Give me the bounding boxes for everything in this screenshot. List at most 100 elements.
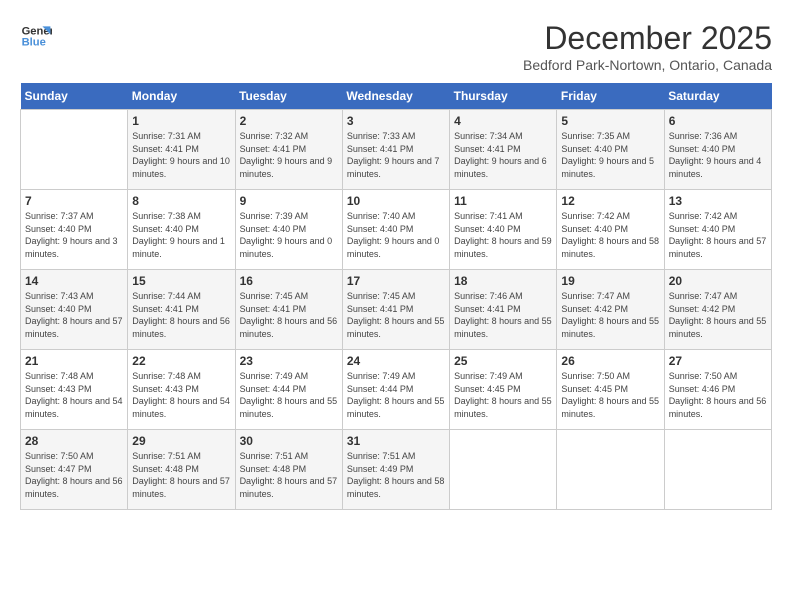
weekday-header: Monday xyxy=(128,83,235,110)
calendar-cell: 18 Sunrise: 7:46 AMSunset: 4:41 PMDayligh… xyxy=(450,270,557,350)
svg-text:Blue: Blue xyxy=(22,37,46,49)
calendar-cell: 27 Sunrise: 7:50 AMSunset: 4:46 PMDayligh… xyxy=(664,350,771,430)
day-number: 16 xyxy=(240,274,338,288)
month-title: December 2025 xyxy=(523,20,772,57)
day-number: 6 xyxy=(669,114,767,128)
weekday-header: Thursday xyxy=(450,83,557,110)
calendar-cell xyxy=(557,430,664,510)
calendar-cell: 11 Sunrise: 7:41 AMSunset: 4:40 PMDayligh… xyxy=(450,190,557,270)
day-info: Sunrise: 7:42 AMSunset: 4:40 PMDaylight:… xyxy=(561,210,659,260)
day-info: Sunrise: 7:45 AMSunset: 4:41 PMDaylight:… xyxy=(240,290,338,340)
day-info: Sunrise: 7:31 AMSunset: 4:41 PMDaylight:… xyxy=(132,130,230,180)
calendar-cell: 1 Sunrise: 7:31 AMSunset: 4:41 PMDaylight… xyxy=(128,110,235,190)
day-number: 20 xyxy=(669,274,767,288)
day-number: 5 xyxy=(561,114,659,128)
calendar-week-row: 21 Sunrise: 7:48 AMSunset: 4:43 PMDayligh… xyxy=(21,350,772,430)
day-number: 17 xyxy=(347,274,445,288)
calendar-cell: 16 Sunrise: 7:45 AMSunset: 4:41 PMDayligh… xyxy=(235,270,342,350)
day-info: Sunrise: 7:46 AMSunset: 4:41 PMDaylight:… xyxy=(454,290,552,340)
day-info: Sunrise: 7:47 AMSunset: 4:42 PMDaylight:… xyxy=(669,290,767,340)
day-info: Sunrise: 7:40 AMSunset: 4:40 PMDaylight:… xyxy=(347,210,445,260)
logo: General Blue xyxy=(20,20,52,52)
calendar-cell: 19Sunrise: 7:47 AMSunset: 4:42 PMDayligh… xyxy=(557,270,664,350)
calendar-cell: 14Sunrise: 7:43 AMSunset: 4:40 PMDayligh… xyxy=(21,270,128,350)
day-number: 18 xyxy=(454,274,552,288)
calendar-cell: 22 Sunrise: 7:48 AMSunset: 4:43 PMDayligh… xyxy=(128,350,235,430)
day-number: 28 xyxy=(25,434,123,448)
day-number: 13 xyxy=(669,194,767,208)
day-number: 22 xyxy=(132,354,230,368)
calendar-cell: 21 Sunrise: 7:48 AMSunset: 4:43 PMDayligh… xyxy=(21,350,128,430)
day-number: 30 xyxy=(240,434,338,448)
day-number: 3 xyxy=(347,114,445,128)
day-info: Sunrise: 7:49 AMSunset: 4:44 PMDaylight:… xyxy=(240,370,338,420)
day-number: 8 xyxy=(132,194,230,208)
day-number: 9 xyxy=(240,194,338,208)
calendar-week-row: 1 Sunrise: 7:31 AMSunset: 4:41 PMDaylight… xyxy=(21,110,772,190)
day-number: 10 xyxy=(347,194,445,208)
weekday-header: Wednesday xyxy=(342,83,449,110)
calendar-cell: 2Sunrise: 7:32 AMSunset: 4:41 PMDaylight… xyxy=(235,110,342,190)
day-number: 19 xyxy=(561,274,659,288)
day-info: Sunrise: 7:39 AMSunset: 4:40 PMDaylight:… xyxy=(240,210,338,260)
calendar-cell: 8 Sunrise: 7:38 AMSunset: 4:40 PMDaylight… xyxy=(128,190,235,270)
day-info: Sunrise: 7:49 AMSunset: 4:45 PMDaylight:… xyxy=(454,370,552,420)
calendar-cell: 12 Sunrise: 7:42 AMSunset: 4:40 PMDayligh… xyxy=(557,190,664,270)
day-info: Sunrise: 7:44 AMSunset: 4:41 PMDaylight:… xyxy=(132,290,230,340)
day-number: 25 xyxy=(454,354,552,368)
calendar-cell: 3 Sunrise: 7:33 AMSunset: 4:41 PMDaylight… xyxy=(342,110,449,190)
day-info: Sunrise: 7:50 AMSunset: 4:46 PMDaylight:… xyxy=(669,370,767,420)
day-info: Sunrise: 7:37 AMSunset: 4:40 PMDaylight:… xyxy=(25,210,123,260)
calendar-cell: 17Sunrise: 7:45 AMSunset: 4:41 PMDayligh… xyxy=(342,270,449,350)
calendar-week-row: 28 Sunrise: 7:50 AMSunset: 4:47 PMDayligh… xyxy=(21,430,772,510)
calendar-cell: 26 Sunrise: 7:50 AMSunset: 4:45 PMDayligh… xyxy=(557,350,664,430)
day-info: Sunrise: 7:51 AMSunset: 4:48 PMDaylight:… xyxy=(132,450,230,500)
day-info: Sunrise: 7:50 AMSunset: 4:47 PMDaylight:… xyxy=(25,450,123,500)
day-number: 12 xyxy=(561,194,659,208)
calendar-cell: 13 Sunrise: 7:42 AMSunset: 4:40 PMDayligh… xyxy=(664,190,771,270)
logo-icon: General Blue xyxy=(20,20,52,52)
day-number: 26 xyxy=(561,354,659,368)
day-info: Sunrise: 7:33 AMSunset: 4:41 PMDaylight:… xyxy=(347,130,445,180)
weekday-header-row: SundayMondayTuesdayWednesdayThursdayFrid… xyxy=(21,83,772,110)
calendar-cell xyxy=(664,430,771,510)
day-info: Sunrise: 7:51 AMSunset: 4:48 PMDaylight:… xyxy=(240,450,338,500)
day-number: 21 xyxy=(25,354,123,368)
calendar-cell: 31Sunrise: 7:51 AMSunset: 4:49 PMDayligh… xyxy=(342,430,449,510)
day-number: 4 xyxy=(454,114,552,128)
calendar-cell: 9 Sunrise: 7:39 AMSunset: 4:40 PMDaylight… xyxy=(235,190,342,270)
day-number: 24 xyxy=(347,354,445,368)
day-info: Sunrise: 7:38 AMSunset: 4:40 PMDaylight:… xyxy=(132,210,230,260)
day-number: 29 xyxy=(132,434,230,448)
day-info: Sunrise: 7:41 AMSunset: 4:40 PMDaylight:… xyxy=(454,210,552,260)
calendar-week-row: 14Sunrise: 7:43 AMSunset: 4:40 PMDayligh… xyxy=(21,270,772,350)
day-info: Sunrise: 7:49 AMSunset: 4:44 PMDaylight:… xyxy=(347,370,445,420)
title-section: December 2025 Bedford Park-Nortown, Onta… xyxy=(523,20,772,73)
day-info: Sunrise: 7:35 AMSunset: 4:40 PMDaylight:… xyxy=(561,130,659,180)
day-number: 11 xyxy=(454,194,552,208)
day-number: 1 xyxy=(132,114,230,128)
calendar-cell: 20 Sunrise: 7:47 AMSunset: 4:42 PMDayligh… xyxy=(664,270,771,350)
weekday-header: Tuesday xyxy=(235,83,342,110)
location-subtitle: Bedford Park-Nortown, Ontario, Canada xyxy=(523,57,772,73)
calendar-week-row: 7 Sunrise: 7:37 AMSunset: 4:40 PMDaylight… xyxy=(21,190,772,270)
day-number: 23 xyxy=(240,354,338,368)
day-info: Sunrise: 7:48 AMSunset: 4:43 PMDaylight:… xyxy=(25,370,123,420)
day-number: 7 xyxy=(25,194,123,208)
weekday-header: Sunday xyxy=(21,83,128,110)
calendar-cell: 30 Sunrise: 7:51 AMSunset: 4:48 PMDayligh… xyxy=(235,430,342,510)
calendar-cell: 28 Sunrise: 7:50 AMSunset: 4:47 PMDayligh… xyxy=(21,430,128,510)
weekday-header: Friday xyxy=(557,83,664,110)
calendar-cell: 4 Sunrise: 7:34 AMSunset: 4:41 PMDaylight… xyxy=(450,110,557,190)
day-number: 31 xyxy=(347,434,445,448)
day-info: Sunrise: 7:34 AMSunset: 4:41 PMDaylight:… xyxy=(454,130,552,180)
calendar-cell: 15 Sunrise: 7:44 AMSunset: 4:41 PMDayligh… xyxy=(128,270,235,350)
day-number: 15 xyxy=(132,274,230,288)
day-number: 27 xyxy=(669,354,767,368)
calendar-cell: 23 Sunrise: 7:49 AMSunset: 4:44 PMDayligh… xyxy=(235,350,342,430)
calendar-cell: 7 Sunrise: 7:37 AMSunset: 4:40 PMDaylight… xyxy=(21,190,128,270)
calendar-cell: 25 Sunrise: 7:49 AMSunset: 4:45 PMDayligh… xyxy=(450,350,557,430)
day-info: Sunrise: 7:50 AMSunset: 4:45 PMDaylight:… xyxy=(561,370,659,420)
day-info: Sunrise: 7:42 AMSunset: 4:40 PMDaylight:… xyxy=(669,210,767,260)
day-info: Sunrise: 7:48 AMSunset: 4:43 PMDaylight:… xyxy=(132,370,230,420)
